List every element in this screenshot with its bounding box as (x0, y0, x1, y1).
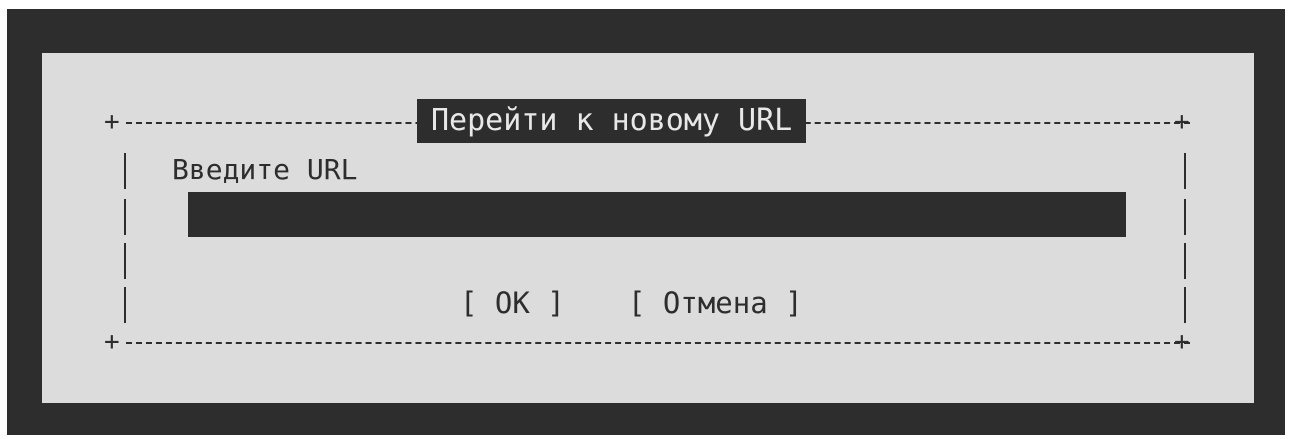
frame-left-border (124, 153, 126, 189)
frame-corner-top-right: + (1174, 107, 1190, 137)
frame-right-border (1184, 243, 1186, 279)
url-dialog: + + + + Перейти к новому URL Введите URL… (42, 53, 1254, 403)
url-input[interactable] (188, 192, 1126, 237)
frame-left-border (124, 243, 126, 279)
frame-corner-bottom-right: + (1174, 327, 1190, 357)
frame-left-border (124, 199, 126, 235)
frame-right-border (1184, 199, 1186, 235)
url-prompt-label: Введите URL (172, 153, 358, 186)
frame-bottom-border (126, 342, 1190, 344)
frame-corner-bottom-left: + (104, 327, 120, 357)
frame-right-border (1184, 153, 1186, 189)
ok-button[interactable]: [ OK ] (460, 281, 565, 325)
frame-right-border (1184, 287, 1186, 323)
dialog-title: Перейти к новому URL (417, 99, 807, 143)
terminal-window: + + + + Перейти к новому URL Введите URL… (7, 9, 1285, 435)
frame-left-border (124, 287, 126, 323)
cancel-button[interactable]: [ Отмена ] (628, 281, 803, 325)
frame-corner-top-left: + (104, 107, 120, 137)
